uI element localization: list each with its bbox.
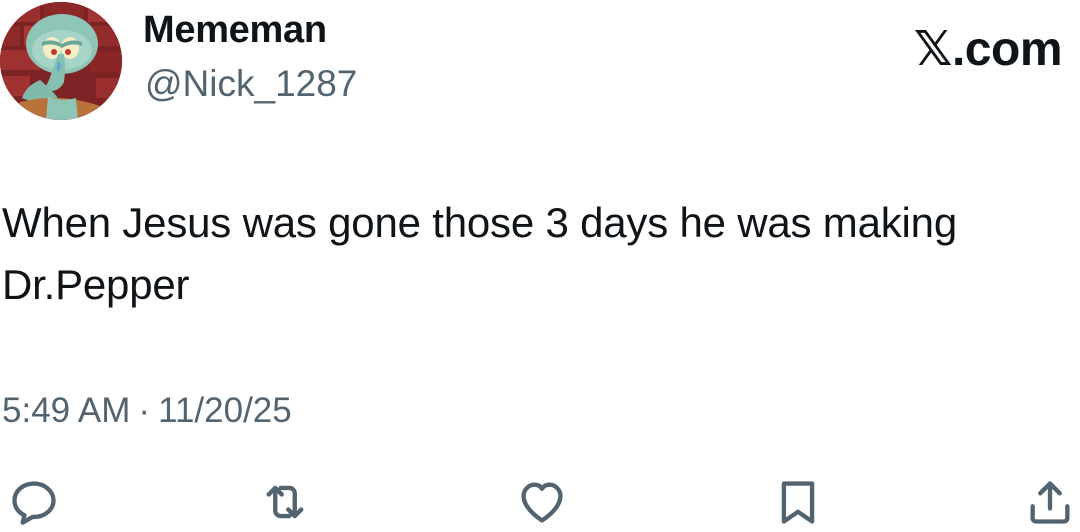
tweet-timestamp[interactable]: 5:49 AM · 11/20/25 xyxy=(2,388,292,434)
like-button[interactable] xyxy=(514,476,570,532)
bookmark-button[interactable] xyxy=(770,476,826,532)
tweet-actions-bar xyxy=(0,470,1080,530)
share-button[interactable] xyxy=(1022,476,1078,532)
avatar[interactable] xyxy=(0,2,122,120)
reply-icon xyxy=(12,481,56,525)
reply-button[interactable] xyxy=(6,476,62,532)
tweet-time: 5:49 AM xyxy=(2,391,131,430)
tweet-date: 11/20/25 xyxy=(158,391,292,430)
meta-separator: · xyxy=(138,391,151,430)
squidward-avatar-icon xyxy=(0,2,122,120)
tweet-text: When Jesus was gone those 3 days he was … xyxy=(2,199,957,308)
bookmark-icon xyxy=(781,481,815,524)
share-icon xyxy=(1030,481,1070,524)
author-handle[interactable]: @Nick_1287 xyxy=(145,62,357,106)
retweet-button[interactable] xyxy=(257,476,313,532)
x-com-watermark: 𝕏.com xyxy=(913,21,1063,77)
x-logo-icon: 𝕏 xyxy=(913,21,953,77)
tweet-card: Mememan @Nick_1287 𝕏.com When Jesus was … xyxy=(0,0,1080,530)
author-display-name[interactable]: Mememan xyxy=(143,8,327,52)
retweet-icon xyxy=(266,485,304,519)
brand-domain: .com xyxy=(951,23,1063,76)
heart-icon xyxy=(521,482,563,523)
